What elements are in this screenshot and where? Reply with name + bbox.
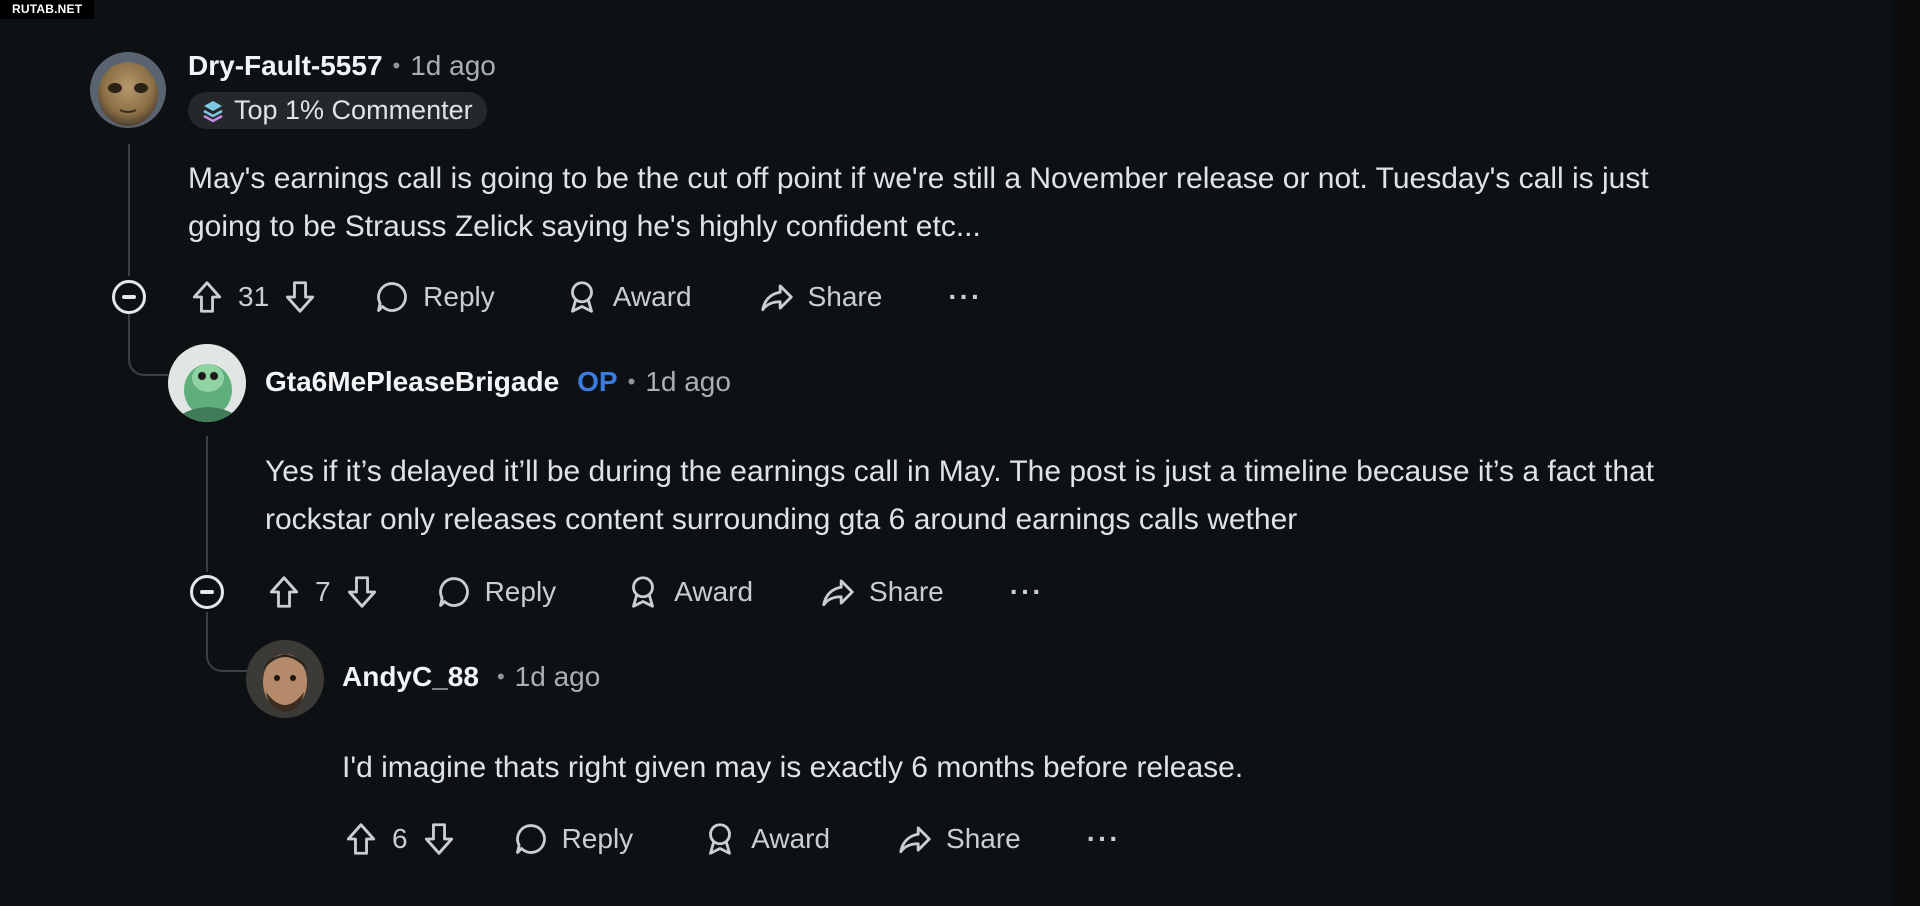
vote-count: 7 <box>315 576 331 607</box>
watermark: RUTAB.NET <box>0 0 95 19</box>
reply-label: Reply <box>484 576 557 607</box>
reply-label: Reply <box>561 823 634 854</box>
comment-actions: 31 Reply Award Share ··· <box>188 278 982 316</box>
share-label: Share <box>946 823 1021 854</box>
award-icon <box>701 820 739 858</box>
comment-body-line: Yes if it’s delayed it’ll be during the … <box>265 455 1655 488</box>
upvote-icon[interactable] <box>188 278 226 316</box>
username-link[interactable]: Dry-Fault-5557 <box>188 50 383 82</box>
comment-actions: 6 Reply Award Share ··· <box>342 820 1121 858</box>
upvote-icon[interactable] <box>342 820 380 858</box>
top-commenter-badge[interactable]: Top 1% Commenter <box>188 92 487 129</box>
separator-dot: • <box>627 369 636 394</box>
username-link[interactable]: AndyC_88 <box>342 661 479 693</box>
more-options-label: ··· <box>1086 823 1121 854</box>
downvote-icon[interactable] <box>343 573 381 611</box>
comment-body-line: going to be Strauss Zelick saying he's h… <box>188 210 981 243</box>
award-label: Award <box>612 281 692 312</box>
share-label: Share <box>869 576 944 607</box>
collapse-thread-button[interactable] <box>190 575 224 609</box>
vote-count: 31 <box>238 281 270 312</box>
comment-body-line: I'd imagine thats right given may is exa… <box>342 751 1244 784</box>
thread-elbow-1 <box>128 314 168 376</box>
thread-elbow-2 <box>206 612 248 672</box>
more-options-button[interactable]: ··· <box>948 281 982 313</box>
vote-count: 6 <box>392 823 408 854</box>
more-options-button[interactable]: ··· <box>1087 823 1121 855</box>
vote-group: 6 <box>342 820 458 858</box>
share-button[interactable]: Share <box>896 820 1021 858</box>
avatar[interactable] <box>246 640 324 718</box>
award-button[interactable]: Award <box>701 820 830 858</box>
share-button[interactable]: Share <box>819 573 944 611</box>
timestamp[interactable]: 1d ago <box>410 50 496 82</box>
comment-actions: 7 Reply Award Share ··· <box>265 573 1044 611</box>
collapse-thread-button[interactable] <box>112 280 146 314</box>
comment-meta: Gta6MePleaseBrigade OP • 1d ago <box>265 366 731 398</box>
badge-label: Top 1% Commenter <box>234 95 473 125</box>
thread-line-2 <box>206 436 208 572</box>
share-arrow-icon <box>896 820 934 858</box>
commenter-badge-icon <box>200 98 226 124</box>
comment-meta: AndyC_88 • 1d ago <box>342 661 600 693</box>
username-link[interactable]: Gta6MePleaseBrigade <box>265 366 559 398</box>
comment-bubble-icon <box>373 278 411 316</box>
timestamp[interactable]: 1d ago <box>515 661 601 693</box>
comment-bubble-icon <box>435 573 473 611</box>
comment-bubble-icon <box>512 820 550 858</box>
vote-group: 7 <box>265 573 381 611</box>
award-label: Award <box>751 823 831 854</box>
award-icon <box>624 573 662 611</box>
comment-body-line: rockstar only releases content surroundi… <box>265 503 1298 536</box>
award-button[interactable]: Award <box>624 573 753 611</box>
comment-meta: Dry-Fault-5557 • 1d ago <box>188 50 496 82</box>
more-options-label: ··· <box>1009 576 1044 607</box>
share-arrow-icon <box>819 573 857 611</box>
avatar[interactable] <box>90 52 166 128</box>
avatar[interactable] <box>168 344 246 422</box>
right-edge-strip <box>1892 0 1920 906</box>
downvote-icon[interactable] <box>281 278 319 316</box>
share-label: Share <box>807 281 883 312</box>
reply-label: Reply <box>423 281 495 312</box>
comment-thread: RUTAB.NET Dry-Fault-5557 • 1d ago Top 1%… <box>0 0 1920 906</box>
more-options-label: ··· <box>948 281 983 312</box>
share-arrow-icon <box>758 278 796 316</box>
timestamp[interactable]: 1d ago <box>645 366 731 398</box>
op-badge: OP <box>577 366 618 397</box>
reply-button[interactable]: Reply <box>373 278 495 316</box>
upvote-icon[interactable] <box>265 573 303 611</box>
comment-body: Yes if it’s delayed it’ll be during the … <box>265 448 1654 544</box>
comment-body-line: May's earnings call is going to be the c… <box>188 162 1649 195</box>
award-label: Award <box>674 576 754 607</box>
award-button[interactable]: Award <box>563 278 692 316</box>
thread-line-1 <box>128 144 130 276</box>
downvote-icon[interactable] <box>420 820 458 858</box>
share-button[interactable]: Share <box>758 278 883 316</box>
more-options-button[interactable]: ··· <box>1010 576 1044 608</box>
comment-body: May's earnings call is going to be the c… <box>188 155 1649 251</box>
reply-button[interactable]: Reply <box>435 573 557 611</box>
separator-dot: • <box>392 53 401 78</box>
award-icon <box>563 278 601 316</box>
separator-dot: • <box>496 664 505 689</box>
vote-group: 31 <box>188 278 319 316</box>
reply-button[interactable]: Reply <box>512 820 634 858</box>
comment-body: I'd imagine thats right given may is exa… <box>342 744 1243 792</box>
